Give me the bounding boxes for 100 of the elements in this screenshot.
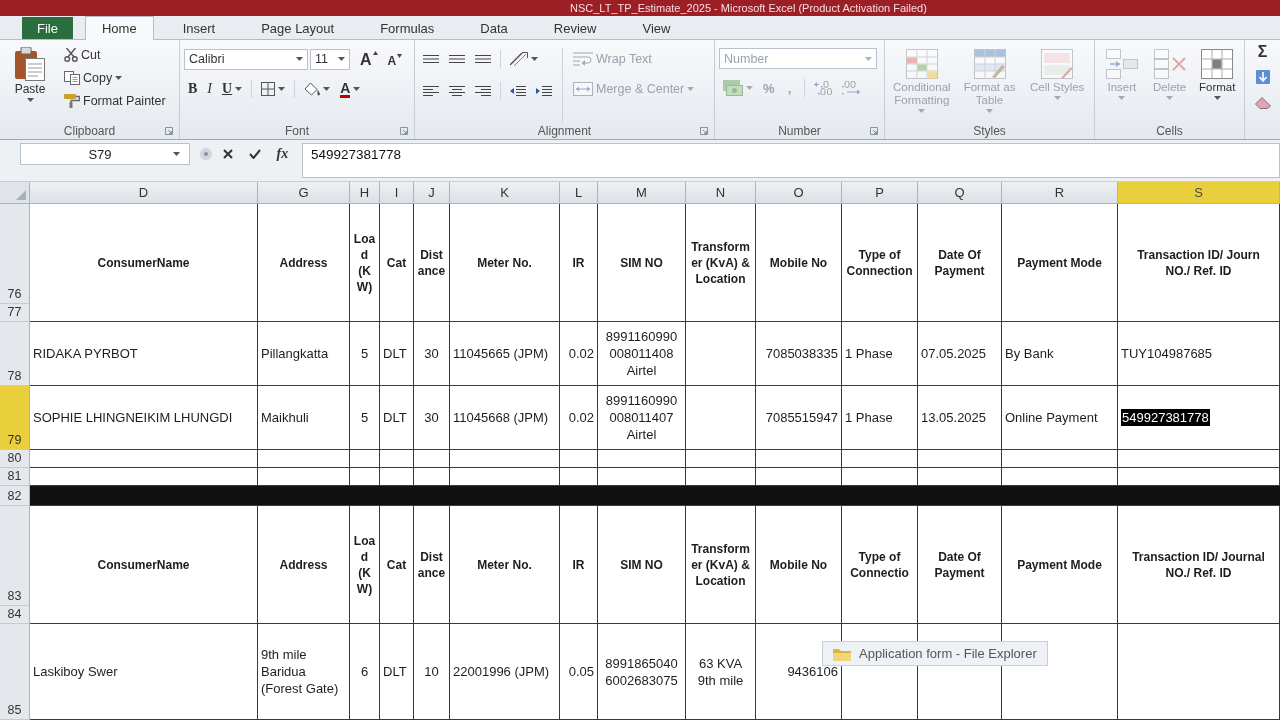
font-color-button[interactable]: A [336, 78, 365, 100]
triangle-icon [16, 190, 26, 200]
bold-button[interactable]: B [184, 78, 202, 100]
paint-bucket-icon [304, 82, 321, 96]
cut-button[interactable]: Cut [60, 44, 170, 66]
row-header[interactable]: 80 [0, 450, 30, 468]
row-header[interactable]: 83 [0, 506, 30, 606]
align-left-icon [423, 86, 439, 96]
row-header[interactable]: 85 [0, 624, 30, 720]
row-header[interactable]: 84 [0, 606, 30, 624]
format-button[interactable]: Format [1194, 46, 1240, 122]
header-cell: Mobile No [756, 204, 842, 322]
header-cell: Mobile No [756, 506, 842, 624]
caret-icon [353, 87, 361, 91]
column-header[interactable]: P [842, 182, 918, 204]
row-header[interactable]: 76 [0, 204, 30, 304]
ribbon-tab[interactable]: Home [84, 16, 154, 40]
dialog-launcher-icon[interactable] [165, 126, 173, 135]
table-cell: 30 [414, 322, 450, 386]
align-center-icon [449, 86, 465, 96]
column-header[interactable]: J [414, 182, 450, 204]
table-cell: 0.02 [560, 386, 598, 450]
scissors-icon [64, 48, 78, 62]
header-cell: Load (KW) [350, 204, 380, 322]
column-header[interactable]: N [686, 182, 756, 204]
column-header[interactable]: R [1002, 182, 1118, 204]
column-header[interactable]: I [380, 182, 414, 204]
dialog-launcher-icon[interactable] [700, 126, 708, 135]
table-cell [686, 322, 756, 386]
caret-icon [296, 57, 303, 61]
table-cell: 9th mile Baridua (Forest Gate) [258, 624, 350, 720]
grow-font-button[interactable]: A [356, 48, 382, 70]
underline-button[interactable]: U [218, 78, 247, 100]
insert-function-button[interactable]: fx [272, 143, 293, 165]
row-header[interactable]: 81 [0, 468, 30, 486]
header-cell: IR [560, 506, 598, 624]
table-cell [350, 450, 380, 468]
table-cell: Maikhuli [258, 386, 350, 450]
header-cell: Type of Connectio [842, 506, 918, 624]
row-header[interactable]: 77 [0, 304, 30, 322]
column-header[interactable]: M [598, 182, 686, 204]
header-cell: Meter No. [450, 204, 560, 322]
ribbon-tab[interactable]: View [625, 17, 688, 39]
table-cell [414, 450, 450, 468]
cancel-icon [223, 149, 234, 159]
column-header[interactable]: L [560, 182, 598, 204]
name-box[interactable]: S79 [20, 143, 190, 165]
table-cell: 30 [414, 386, 450, 450]
column-header[interactable]: K [450, 182, 560, 204]
header-cell: Address [258, 204, 350, 322]
ribbon-tab[interactable]: Data [463, 17, 525, 39]
ribbon-tab[interactable]: Formulas [363, 17, 452, 39]
shrink-font-button[interactable]: A [383, 48, 407, 70]
dialog-launcher-icon[interactable] [400, 126, 408, 135]
arrow-down-icon [397, 54, 403, 58]
paste-button[interactable]: Paste [8, 44, 52, 122]
column-header[interactable]: O [756, 182, 842, 204]
caret-icon [323, 87, 331, 91]
format-painter-button[interactable]: Format Painter [60, 90, 170, 112]
column-header[interactable]: S [1118, 182, 1280, 204]
caret-icon [115, 76, 123, 80]
caret-icon [26, 98, 34, 102]
row-header[interactable]: 82 [0, 486, 30, 506]
table-cell: DLT [380, 322, 414, 386]
copy-button[interactable]: Copy [60, 67, 170, 89]
group-label: Clipboard [63, 123, 116, 138]
row-header[interactable]: 78 [0, 322, 30, 386]
table-cell [686, 450, 756, 468]
table-cell: RIDAKA PYRBOT [30, 322, 258, 386]
table-cell: By Bank [1002, 322, 1118, 386]
column-header[interactable]: D [30, 182, 258, 204]
column-header[interactable]: Q [918, 182, 1002, 204]
align-right-icon [475, 86, 491, 96]
font-name-dropdown[interactable]: Calibri [184, 48, 308, 70]
header-cell: Transformer (KvA) & Location [686, 506, 756, 624]
caret-icon [687, 87, 695, 91]
align-bottom-icon [475, 55, 491, 63]
formula-input[interactable]: 549927381778 [302, 143, 1280, 178]
table-cell: 6 [350, 624, 380, 720]
splitter-handle-icon[interactable] [199, 148, 212, 160]
italic-button[interactable]: I [203, 78, 216, 100]
row-header[interactable]: 79 [0, 386, 30, 450]
caret-icon [1053, 96, 1061, 100]
table-cell: 5 [350, 386, 380, 450]
column-header[interactable]: G [258, 182, 350, 204]
column-header[interactable]: H [350, 182, 380, 204]
ribbon-tab[interactable]: Insert [165, 17, 233, 39]
header-cell: ConsumerName [30, 204, 258, 322]
autosum-button[interactable]: Σ [1253, 42, 1272, 62]
font-size-dropdown[interactable]: 11 [310, 48, 350, 70]
table-cell [686, 386, 756, 450]
table-cell: 8991160990 008011407 Airtel [598, 386, 686, 450]
header-cell: Distance [414, 506, 450, 624]
table-cell: TUY104987685 [1118, 322, 1280, 386]
ribbon-tab[interactable]: Page Layout [244, 17, 352, 39]
file-tab[interactable]: File [22, 17, 73, 39]
ribbon-tab[interactable]: Review [536, 17, 614, 39]
table-cell: DLT [380, 624, 414, 720]
table-cell: 7085515947 [756, 386, 842, 450]
window-preview[interactable]: Application form - File Explorer [822, 641, 1048, 666]
